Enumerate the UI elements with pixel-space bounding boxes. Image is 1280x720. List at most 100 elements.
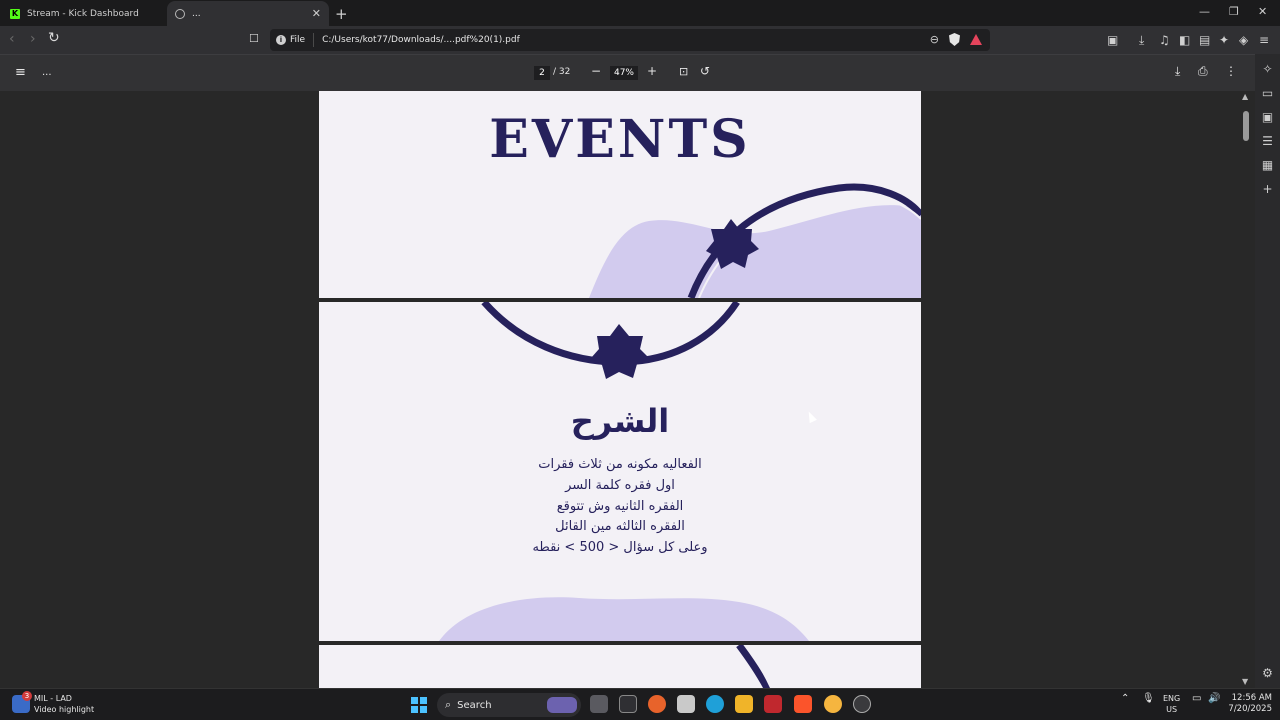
browser-sidebar: ✧ ▭ ▣ ☰ ▦ + ⚙: [1255, 54, 1280, 688]
app-icon-red[interactable]: [764, 695, 782, 713]
start-icon[interactable]: [411, 697, 427, 713]
reading-list-icon[interactable]: ▦: [1260, 158, 1275, 172]
print-icon[interactable]: ⎙: [1198, 64, 1208, 79]
notification-count: 3: [22, 691, 32, 701]
microphone-icon[interactable]: 🎙: [1142, 693, 1155, 704]
keyboard-region: US: [1166, 705, 1178, 714]
new-tab-button[interactable]: +: [335, 5, 348, 23]
minimize-button[interactable]: —: [1199, 5, 1210, 18]
forward-button[interactable]: ›: [30, 31, 36, 47]
app-icon-yellow[interactable]: [824, 695, 842, 713]
leo-ai-icon[interactable]: ✦: [1219, 33, 1229, 47]
volume-icon[interactable]: 🔊: [1208, 693, 1220, 704]
language-code: ENG: [1163, 694, 1181, 703]
app-icon-circle[interactable]: [853, 695, 871, 713]
file-explorer-icon[interactable]: [735, 695, 753, 713]
page-total: / 32: [553, 67, 571, 77]
notification-subtitle: Video highlight: [34, 705, 95, 714]
pdf-viewer[interactable]: EVENTS الشرح الفعاليه مكونه من ثلاث فقرا…: [0, 91, 1238, 688]
close-window-button[interactable]: ✕: [1258, 5, 1267, 18]
screenshot-icon[interactable]: ▣: [1107, 33, 1118, 47]
scroll-up-arrow[interactable]: ▲: [1242, 92, 1248, 101]
taskbar-search[interactable]: ⌕ Search: [437, 693, 581, 717]
kick-icon: K: [10, 8, 20, 19]
leo-sidebar-icon[interactable]: ✧: [1260, 62, 1275, 76]
bookmarks-sidebar-icon[interactable]: ☰: [1260, 134, 1275, 148]
vpn-icon[interactable]: ◈: [1239, 33, 1248, 47]
brave-rewards-icon[interactable]: [970, 34, 982, 45]
page-3-decoration: [736, 645, 773, 688]
description-line: الفقره الثانيه وش تتوقع: [556, 498, 684, 514]
sidebar-toggle-icon[interactable]: ◧: [1179, 33, 1190, 47]
zoom-level-input[interactable]: 47%: [610, 66, 638, 80]
language-indicator[interactable]: ENG US: [1163, 693, 1180, 715]
task-view-icon[interactable]: [590, 695, 608, 713]
tab-title: ...: [192, 8, 201, 19]
restore-button[interactable]: ❐: [1229, 5, 1239, 18]
page-number-input[interactable]: 2: [534, 66, 550, 80]
wallet-icon[interactable]: ▤: [1199, 33, 1210, 47]
clock-date: 7/20/2025: [1228, 704, 1272, 714]
url-scheme-label: File: [290, 35, 306, 45]
search-highlight-image: [547, 697, 577, 713]
description-line: الفقره الثالثه مين القائل: [555, 519, 685, 535]
tab-title: Stream - Kick Dashboard: [27, 8, 139, 19]
section-heading: الشرح: [570, 402, 670, 440]
rotate-icon[interactable]: ↺: [700, 64, 710, 78]
description-line: الفعاليه مكونه من ثلاث فقرات: [538, 457, 702, 472]
globe-icon: [175, 8, 185, 19]
pdf-title: ...: [42, 67, 52, 78]
download-icon[interactable]: ⤓: [1139, 33, 1144, 48]
notepad-icon[interactable]: [677, 695, 695, 713]
description-line: اول فقره كلمة السر: [565, 477, 675, 493]
info-icon[interactable]: i: [276, 35, 286, 45]
pdf-menu-icon[interactable]: ≡: [15, 65, 26, 80]
description-lines: الفعاليه مكونه من ثلاث فقرات اول فقره كل…: [319, 455, 921, 559]
clock[interactable]: 12:56 AM 7/20/2025: [1228, 693, 1272, 715]
notification-app-icon: 3: [12, 691, 32, 713]
scroll-thumb[interactable]: [1243, 111, 1249, 141]
zoom-in-button[interactable]: +: [647, 64, 657, 78]
network-icon[interactable]: ▭: [1192, 693, 1201, 704]
pdf-page-2: الشرح الفعاليه مكونه من ثلاث فقرات اول ف…: [319, 302, 921, 641]
back-button[interactable]: ‹: [9, 31, 15, 47]
pdf-download-icon[interactable]: ⤓: [1175, 64, 1180, 79]
pdf-scrollbar[interactable]: ▲ ▼: [1238, 91, 1255, 688]
pdf-toolbar: ≡ ... 2 / 32 − 47% + ⊡ ↺ ⤓ ⎙ ⋮: [0, 54, 1255, 91]
url-text[interactable]: C:/Users/kot77/Downloads/....pdf%20(1).p…: [322, 35, 520, 45]
edge-icon[interactable]: [706, 695, 724, 713]
notification-widget[interactable]: 3 MIL - LAD Video highlight: [12, 691, 95, 715]
reload-button[interactable]: ↻: [48, 30, 60, 46]
close-tab-icon[interactable]: ✕: [312, 7, 321, 20]
pdf-page-3: [319, 645, 921, 688]
app-icon-bm[interactable]: [619, 695, 637, 713]
pdf-page-1: EVENTS: [319, 91, 921, 298]
brave-shield-icon[interactable]: [949, 33, 960, 46]
scroll-down-arrow[interactable]: ▼: [1242, 677, 1248, 686]
search-placeholder: Search: [457, 699, 492, 711]
more-options-icon[interactable]: ⋮: [1225, 64, 1237, 78]
add-sidebar-item-icon[interactable]: +: [1260, 182, 1275, 196]
tray-overflow-icon[interactable]: ⌃: [1121, 693, 1129, 704]
events-title: EVENTS: [489, 109, 751, 170]
tab-pdf[interactable]: ... ✕: [167, 1, 329, 26]
media-sidebar-icon[interactable]: ▭: [1260, 86, 1275, 100]
zoom-out-icon[interactable]: ⊖: [930, 33, 939, 46]
media-icon[interactable]: ♫: [1159, 33, 1170, 47]
description-line: وعلى كل سؤال < 500 > نقطه: [532, 540, 708, 556]
notification-title: MIL - LAD: [34, 694, 72, 703]
menu-icon[interactable]: ≡: [1259, 33, 1269, 47]
brave-browser-icon[interactable]: [794, 695, 812, 713]
address-bar[interactable]: i File C:/Users/kot77/Downloads/....pdf%…: [270, 29, 990, 51]
bookmark-icon[interactable]: ☐: [249, 32, 259, 45]
zoom-out-button[interactable]: −: [591, 64, 601, 78]
navigation-bar: ‹ › ↻ ☐ i File C:/Users/kot77/Downloads/…: [0, 26, 1280, 54]
settings-icon[interactable]: ⚙: [1260, 666, 1275, 680]
search-icon: ⌕: [445, 698, 452, 711]
tab-strip: K Stream - Kick Dashboard ... ✕ + — ❐ ✕: [0, 0, 1280, 26]
wallet-sidebar-icon[interactable]: ▣: [1260, 110, 1275, 124]
tab-kick-dashboard[interactable]: K Stream - Kick Dashboard: [0, 1, 166, 26]
app-icon-orange[interactable]: [648, 695, 666, 713]
fit-page-icon[interactable]: ⊡: [679, 65, 688, 78]
url-divider: [313, 33, 315, 47]
